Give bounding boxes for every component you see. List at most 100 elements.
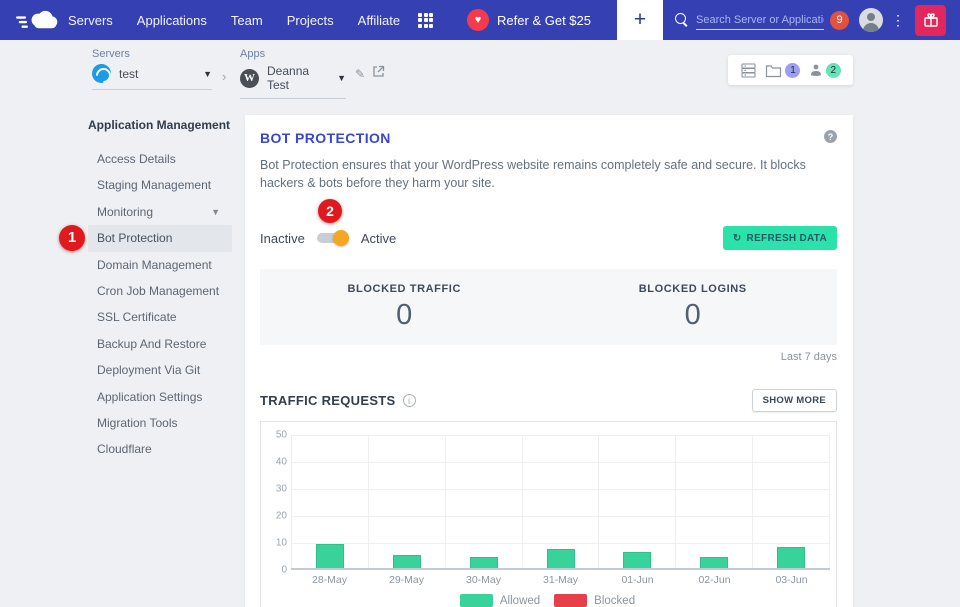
toggle-active-label: Active (361, 231, 396, 246)
sidebar-item-cron-job-management[interactable]: Cron Job Management (88, 278, 232, 304)
chart-legend: Allowed Blocked (265, 594, 830, 607)
projects-button[interactable]: 1 (765, 63, 800, 78)
y-tick-40: 40 (276, 457, 287, 468)
refresh-label: REFRESH DATA (747, 233, 827, 244)
sidebar-item-backup-and-restore[interactable]: Backup And Restore (88, 331, 232, 357)
refer-button[interactable]: ♥ Refer & Get $25 (467, 9, 591, 31)
search-area (675, 11, 824, 30)
search-input[interactable] (696, 11, 824, 30)
bar-allowed-31-may[interactable] (547, 549, 575, 568)
nav-item-projects[interactable]: Projects (287, 13, 334, 28)
bar-allowed-02-jun[interactable] (700, 557, 728, 568)
nav-item-affiliate[interactable]: Affiliate (358, 13, 400, 28)
bar-allowed-03-jun[interactable] (777, 547, 805, 569)
toggle-knob (333, 230, 349, 246)
stat-label: BLOCKED LOGINS (639, 283, 747, 295)
context-summary-card: 1 2 (728, 55, 853, 85)
sidebar-item-label: Bot Protection (97, 225, 172, 251)
refer-label: Refer & Get $25 (497, 13, 591, 28)
help-icon[interactable]: ? (824, 130, 837, 143)
app-dropdown[interactable]: W Deanna Test ▼ (240, 64, 346, 99)
sidebar-item-label: Cloudflare (97, 436, 152, 462)
server-dropdown[interactable]: test ▼ (92, 64, 212, 90)
navbar-menu: Servers Applications Team Projects Affiliate (68, 13, 400, 28)
nav-item-applications[interactable]: Applications (137, 13, 207, 28)
sidebar-item-domain-management[interactable]: Domain Management (88, 252, 232, 278)
traffic-requests-title: TRAFFIC REQUESTS (260, 393, 396, 408)
sidebar-item-deployment-via-git[interactable]: Deployment Via Git (88, 357, 232, 383)
open-app-icon[interactable] (372, 65, 385, 83)
cloudways-logo[interactable] (16, 8, 60, 32)
chart-column-01-jun (598, 435, 675, 568)
sidebar-item-monitoring[interactable]: Monitoring▼ (88, 199, 232, 225)
sidebar-item-bot-protection[interactable]: Bot Protection1 (88, 225, 232, 251)
sidebar-item-migration-tools[interactable]: Migration Tools (88, 410, 232, 436)
traffic-chart: 01020304050 28-May29-May30-May31-May01-J… (260, 421, 837, 607)
sidebar-item-ssl-certificate[interactable]: SSL Certificate (88, 304, 232, 330)
app-selector-label: Apps (240, 48, 346, 60)
sidebar-items: Access DetailsStaging ManagementMonitori… (55, 146, 232, 463)
sidebar-item-cloudflare[interactable]: Cloudflare (88, 436, 232, 462)
search-icon (675, 13, 689, 27)
bar-allowed-01-jun[interactable] (623, 552, 651, 568)
page-description: Bot Protection ensures that your WordPre… (260, 156, 825, 192)
sidebar-item-label: Staging Management (97, 172, 211, 198)
y-tick-0: 0 (281, 565, 287, 576)
notification-badge[interactable]: 9 (830, 11, 849, 30)
show-more-button[interactable]: SHOW MORE (752, 389, 837, 412)
bar-allowed-29-may[interactable] (393, 555, 421, 569)
legend-label: Allowed (500, 595, 540, 607)
legend-swatch-allowed (460, 594, 493, 607)
stats-panel: BLOCKED TRAFFIC0BLOCKED LOGINS0 (260, 269, 837, 345)
sidebar-item-label: Deployment Via Git (97, 357, 200, 383)
bot-protection-toggle[interactable] (317, 233, 347, 243)
navbar-right: ♥ Refer & Get $25 + 9 ⋮ (467, 0, 960, 40)
x-label-03-jun: 03-Jun (753, 574, 830, 586)
sidebar-item-label: Domain Management (97, 252, 212, 278)
stat-value: 0 (396, 299, 412, 332)
team-icon (809, 63, 823, 78)
chart-column-28-may (291, 435, 368, 568)
nav-item-servers[interactable]: Servers (68, 13, 113, 28)
sidebar-item-staging-management[interactable]: Staging Management (88, 172, 232, 198)
folder-icon (765, 63, 782, 78)
team-button[interactable]: 2 (809, 63, 841, 78)
avatar[interactable] (859, 8, 883, 32)
y-tick-10: 10 (276, 538, 287, 549)
nav-item-team[interactable]: Team (231, 13, 263, 28)
x-label-01-jun: 01-Jun (599, 574, 676, 586)
sidebar-item-application-settings[interactable]: Application Settings (88, 384, 232, 410)
bar-allowed-28-may[interactable] (316, 544, 344, 568)
server-list-button[interactable] (740, 62, 757, 79)
breadcrumb-separator: › (222, 69, 226, 84)
step-marker-1: 1 (59, 225, 85, 251)
apps-grid-icon[interactable] (418, 13, 433, 28)
y-tick-50: 50 (276, 430, 287, 441)
sidebar-item-access-details[interactable]: Access Details (88, 146, 232, 172)
edit-app-icon[interactable]: ✎ (355, 67, 365, 81)
kebab-menu-icon[interactable]: ⋮ (891, 13, 905, 27)
refresh-icon: ↻ (733, 233, 742, 244)
sidebar-item-label: Backup And Restore (97, 331, 206, 357)
chart-column-02-jun (675, 435, 752, 568)
refresh-data-button[interactable]: ↻ REFRESH DATA (723, 226, 837, 250)
info-icon[interactable]: i (403, 394, 416, 407)
wordpress-icon: W (240, 69, 259, 88)
sidebar-header: Application Management (88, 118, 232, 132)
chart-yaxis: 01020304050 (265, 435, 287, 570)
sidebar-item-label: Application Settings (97, 384, 202, 410)
gift-button[interactable] (915, 5, 946, 36)
sidebar-item-label: SSL Certificate (97, 304, 177, 330)
bar-allowed-30-may[interactable] (470, 557, 498, 568)
legend-item-allowed: Allowed (460, 594, 540, 607)
stat-value: 0 (685, 299, 701, 332)
period-label: Last 7 days (260, 351, 837, 363)
server-selector-label: Servers (92, 48, 212, 60)
server-selector: Servers test ▼ (92, 48, 212, 90)
server-name: test (119, 67, 138, 81)
step-marker-2: 2 (318, 199, 342, 223)
selector-bar: Servers test ▼ › Apps W Deanna Test ▼ ✎ … (0, 40, 960, 115)
add-server-button[interactable]: + (617, 0, 663, 40)
legend-label: Blocked (594, 595, 635, 607)
chart-column-30-may (445, 435, 522, 568)
